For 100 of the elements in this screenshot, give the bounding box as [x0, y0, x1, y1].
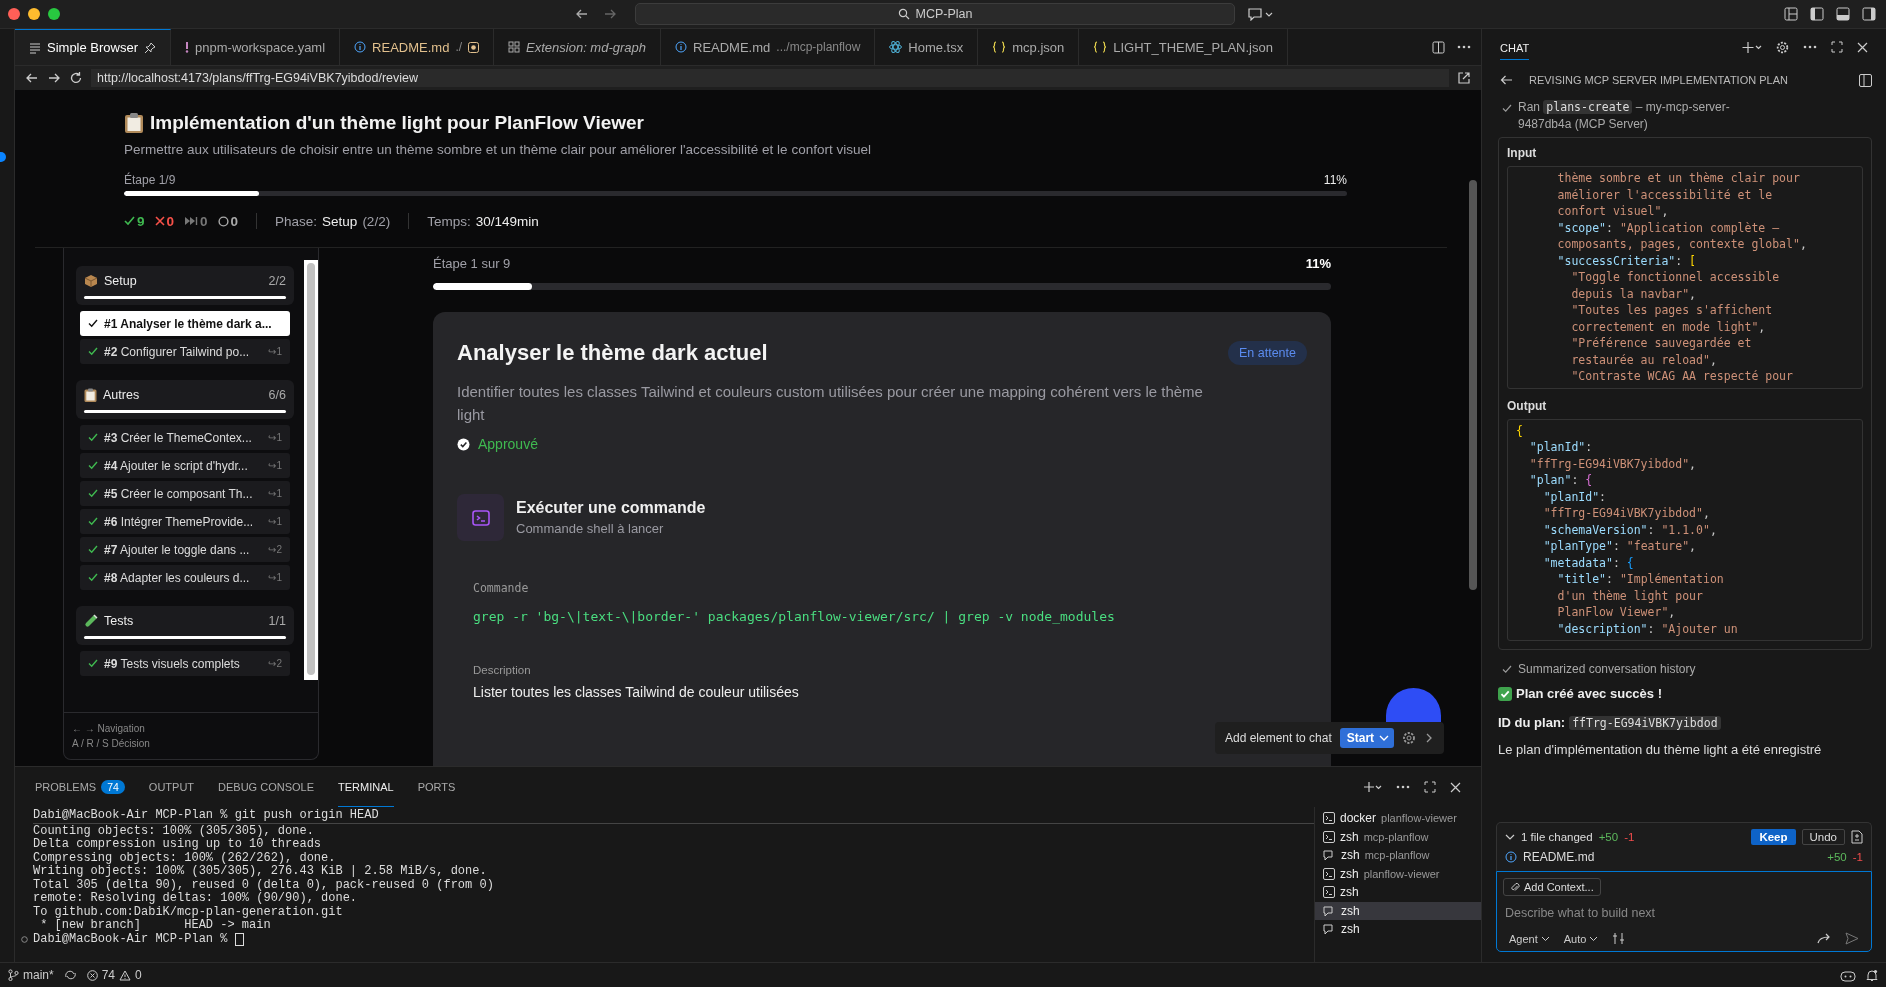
settings-icon[interactable] — [1402, 731, 1417, 745]
chat-icon[interactable] — [1247, 7, 1273, 21]
terminal-item[interactable]: docker planflow-viewer — [1315, 809, 1481, 828]
panel-tab[interactable]: DEBUG CONSOLE — [218, 767, 315, 807]
undo-button[interactable]: Undo — [1801, 829, 1845, 845]
step-item[interactable]: #9 Tests visuels complets ↪2 — [80, 651, 290, 676]
sidebar-toggle-icon[interactable] — [1810, 7, 1824, 21]
close-icon[interactable] — [1857, 41, 1868, 53]
open-external-icon[interactable] — [1457, 71, 1471, 85]
document-icon[interactable] — [1851, 830, 1863, 844]
panel-tab[interactable]: PORTS — [417, 767, 456, 807]
close-window-button[interactable] — [8, 8, 20, 20]
send-icon[interactable] — [1845, 932, 1859, 945]
command-search-field[interactable]: MCP-Plan — [635, 3, 1235, 25]
tools-icon[interactable] — [1612, 932, 1626, 945]
zoom-window-button[interactable] — [48, 8, 60, 20]
step-item[interactable]: #5 Créer le composant Th... ↪1 — [80, 481, 290, 506]
phase-value: Setup — [322, 213, 358, 229]
sync-icon[interactable] — [63, 969, 77, 981]
chat-fab-button[interactable] — [1386, 688, 1441, 722]
copilot-icon[interactable] — [1840, 968, 1856, 982]
secondary-sidebar-icon[interactable] — [1862, 7, 1876, 21]
reload-icon[interactable] — [69, 71, 83, 85]
panel-tab[interactable]: TERMINAL — [338, 767, 394, 807]
split-editor-icon[interactable] — [1432, 40, 1445, 54]
scrollbar-thumb[interactable] — [307, 263, 315, 675]
start-button[interactable]: Start — [1339, 728, 1395, 748]
phase-header[interactable]: Autres 6/6 — [76, 380, 294, 419]
more-icon[interactable] — [1457, 45, 1471, 49]
chevron-down-icon[interactable] — [1505, 832, 1515, 842]
panel-tab[interactable]: PROBLEMS 74 — [35, 767, 125, 807]
add-context-button[interactable]: Add Context... — [1503, 878, 1601, 896]
step-label: Étape 1/9 — [124, 173, 176, 187]
step-label: #1 Analyser le thème dark a... — [104, 316, 273, 331]
panel-toggle-icon[interactable] — [1836, 7, 1850, 21]
pin-icon[interactable] — [144, 41, 157, 54]
more-icon[interactable] — [1396, 785, 1410, 789]
layout-icon[interactable] — [1784, 7, 1798, 21]
phase-label: Phase: — [275, 213, 318, 229]
step-item[interactable]: #3 Créer le ThemeContex... ↪1 — [80, 425, 290, 450]
code-line: correctement en mode light", — [1570, 318, 1767, 335]
dependency-count: ↪1 — [268, 488, 282, 499]
add-icon[interactable] — [1742, 40, 1762, 54]
terminal-item[interactable]: zsh — [1315, 920, 1481, 939]
dependency-count: ↪1 — [268, 516, 282, 527]
branch-indicator[interactable]: main* — [8, 968, 54, 982]
step-item[interactable]: #8 Adapter les couleurs d... ↪1 — [80, 565, 290, 590]
maximize-icon[interactable] — [1831, 41, 1843, 53]
terminal-item[interactable]: zsh planflow-viewer — [1315, 864, 1481, 883]
editor-tab[interactable]: LIGHT_THEME_PLAN.json — [1079, 29, 1288, 65]
warning-icon — [119, 969, 132, 981]
editor-tab[interactable]: Simple Browser — [15, 29, 172, 65]
url-field[interactable]: http://localhost:4173/plans/ffTrg-EG94iVBK7yibdod/review — [91, 69, 1449, 87]
terminal-icon — [1323, 867, 1335, 880]
editor-tab[interactable]: Extension: md-graph — [494, 29, 661, 65]
terminal-item[interactable]: zsh mcp-planflow — [1315, 827, 1481, 846]
editor-tab[interactable]: pnpm-workspace.yaml — [171, 29, 341, 65]
phase-header[interactable]: Tests 1/1 — [76, 606, 294, 645]
editor-tab[interactable]: README.md ./ — [340, 29, 495, 65]
back-icon[interactable] — [25, 71, 39, 85]
bell-icon[interactable] — [1866, 968, 1878, 982]
editor-tab[interactable]: README.md .../mcp-planflow — [661, 29, 876, 65]
close-icon[interactable] — [1450, 781, 1461, 793]
step-item[interactable]: #4 Ajouter le script d'hydr... ↪1 — [80, 453, 290, 478]
code-line: "Toutes les pages s'affichent — [1570, 302, 1774, 319]
terminal-item[interactable]: zsh mcp-planflow — [1315, 846, 1481, 865]
terminal-item[interactable]: zsh — [1315, 883, 1481, 902]
settings-icon[interactable] — [1776, 40, 1789, 54]
chat-tab[interactable]: CHAT — [1500, 34, 1530, 60]
step-item[interactable]: #7 Ajouter le toggle dans ... ↪2 — [80, 537, 290, 562]
changes-summary: 1 file changed — [1521, 831, 1593, 843]
redirect-icon[interactable] — [1817, 932, 1831, 945]
add-icon[interactable] — [1364, 781, 1382, 793]
sidebar-toggle-icon[interactable] — [1859, 73, 1872, 87]
field-label: Description — [473, 664, 532, 676]
removed-lines: -1 — [1624, 831, 1635, 843]
terminal-item[interactable]: zsh — [1315, 901, 1481, 920]
more-icon[interactable] — [1803, 45, 1817, 49]
step-item[interactable]: #1 Analyser le thème dark a... — [80, 311, 290, 336]
plan-title: Implémentation d'un thème light pour PlanFlow Viewer — [150, 112, 644, 134]
file-name: README.md — [1523, 850, 1595, 864]
editor-tab[interactable]: Home.tsx — [875, 29, 979, 65]
scrollbar-thumb[interactable] — [1469, 180, 1477, 590]
step-item[interactable]: #2 Configurer Tailwind po... ↪1 — [80, 339, 290, 364]
mode-dropdown[interactable]: Agent — [1509, 932, 1550, 945]
keep-button[interactable]: Keep — [1751, 829, 1796, 845]
back-icon[interactable] — [1500, 74, 1513, 86]
phase-header[interactable]: Setup 2/2 — [76, 266, 294, 305]
model-dropdown[interactable]: Auto — [1563, 932, 1599, 945]
minimize-window-button[interactable] — [28, 8, 40, 20]
maximize-icon[interactable] — [1424, 781, 1436, 793]
changed-file[interactable]: README.md +50 -1 — [1505, 847, 1863, 867]
problems-indicator[interactable]: 74 0 — [86, 968, 142, 982]
back-icon[interactable] — [575, 7, 589, 21]
code-line: "schemaVersion": "1.1.0", — [1542, 521, 1718, 538]
forward-icon[interactable] — [47, 71, 61, 85]
editor-tab[interactable]: mcp.json — [978, 29, 1080, 65]
panel-tab[interactable]: OUTPUT — [148, 767, 195, 807]
step-item[interactable]: #6 Intégrer ThemeProvide... ↪1 — [80, 509, 290, 534]
chat-input[interactable]: Add Context... Describe what to build next Agent Auto — [1496, 871, 1872, 952]
